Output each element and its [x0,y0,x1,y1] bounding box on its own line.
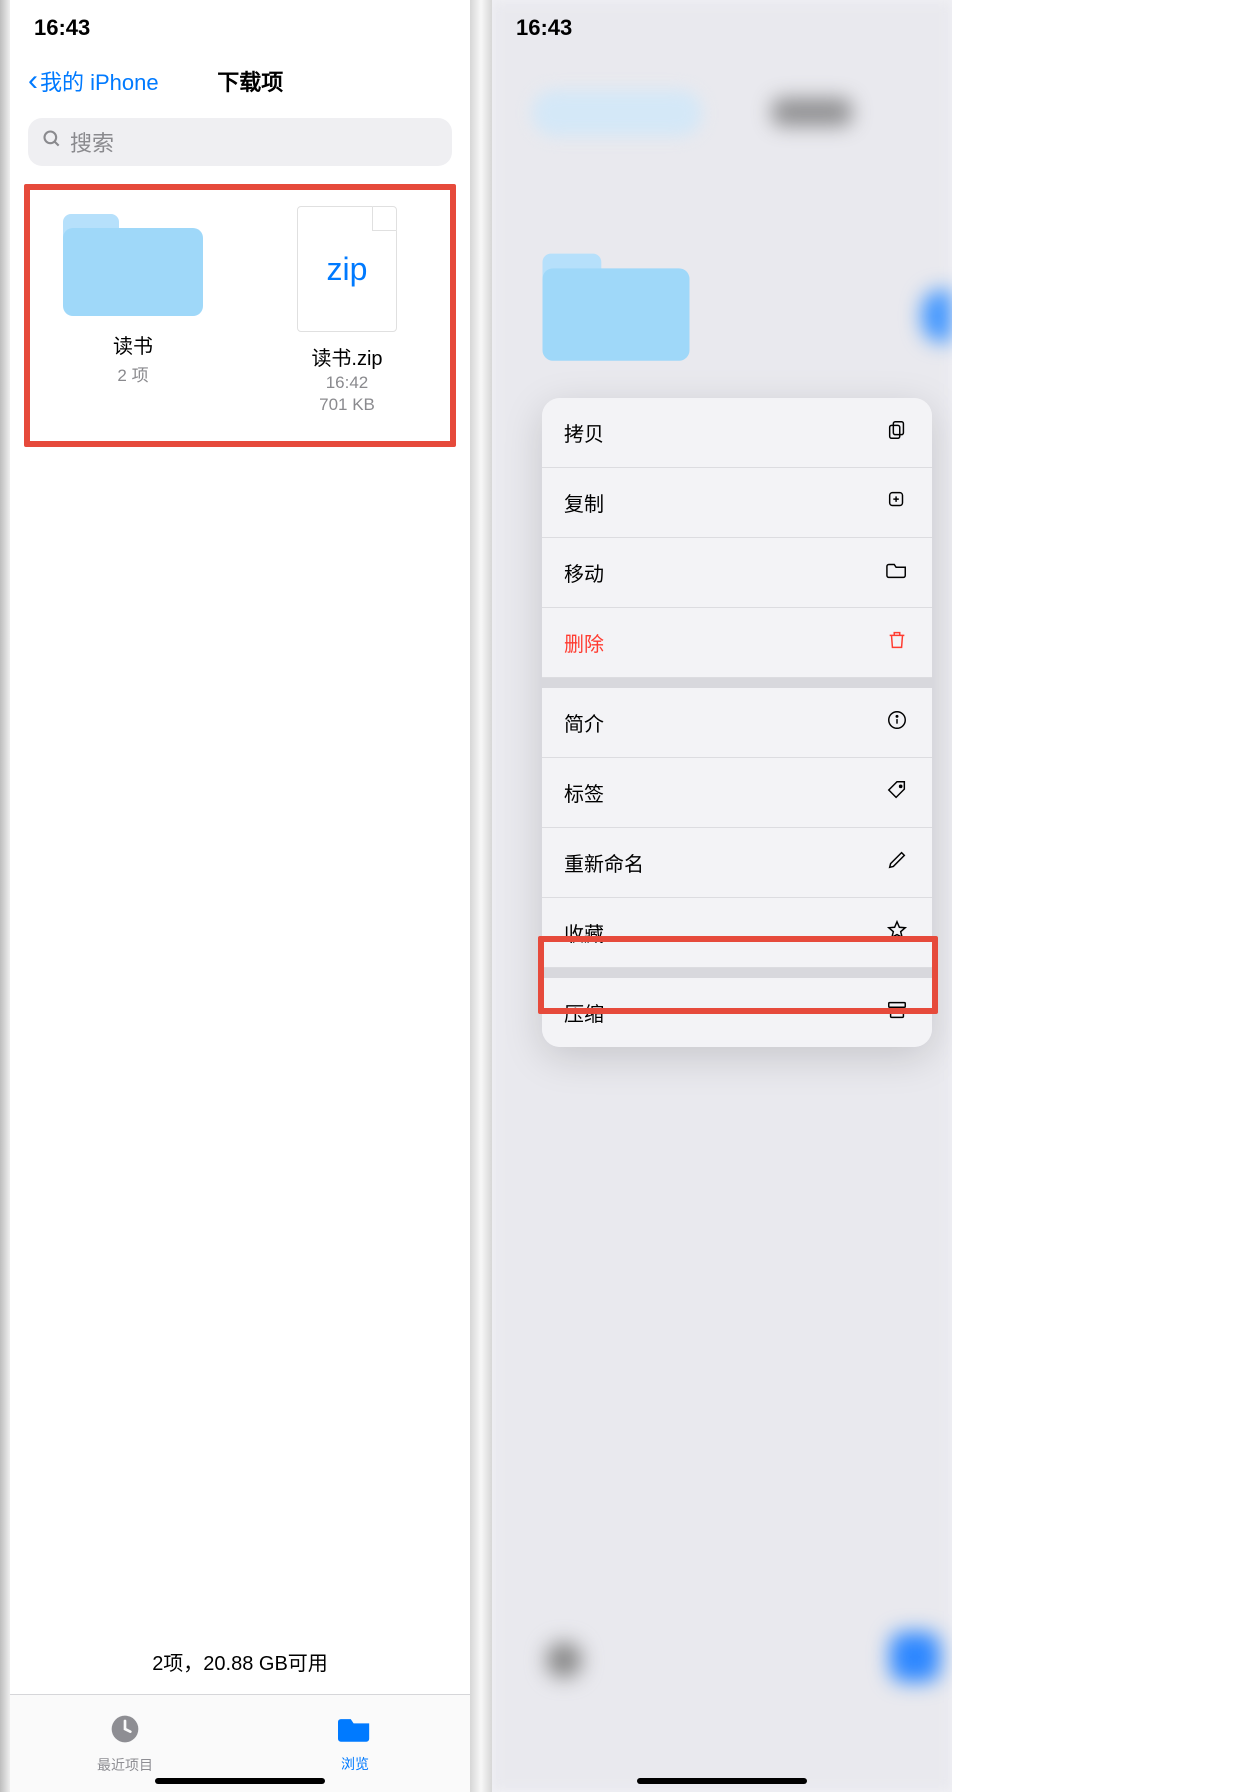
context-menu: 拷贝 复制 移动 删除 简介 标签 重新命名 收藏 [542,398,932,1047]
tab-label: 最近项目 [97,1755,153,1775]
blurred-tab-icon [546,1642,582,1678]
blurred-element [922,290,952,342]
folder-icon [63,206,203,316]
folder-icon [543,245,690,361]
copy-icon [884,419,910,447]
file-item[interactable]: zip 读书.zip 16:42 701 KB [250,206,444,415]
home-indicator [637,1778,807,1784]
tab-label: 浏览 [341,1754,369,1774]
context-menu-panel: 16:43 拷贝 复制 移动 删除 简介 标签 [492,0,952,1792]
selected-folder [546,248,686,368]
menu-compress[interactable]: 压缩 [542,978,932,1047]
highlight-box: 读书 2 项 zip 读书.zip 16:42 701 KB [24,184,456,447]
menu-label: 复制 [564,488,604,517]
footer-status: 2项，20.88 GB可用 [10,1637,470,1694]
star-icon [884,919,910,947]
item-meta: 701 KB [319,395,375,415]
menu-move[interactable]: 移动 [542,538,932,608]
menu-tags[interactable]: 标签 [542,758,932,828]
menu-copy[interactable]: 拷贝 [542,398,932,468]
blurred-back-button [532,90,702,136]
left-edge [0,0,10,1792]
blurred-title [772,98,852,126]
item-meta: 16:42 [326,373,369,393]
menu-label: 移动 [564,558,604,587]
nav-header: ‹ 我的 iPhone 下载项 [10,56,470,106]
menu-favorite[interactable]: 收藏 [542,898,932,968]
search-icon [42,129,62,155]
item-name: 读书 [113,330,153,359]
item-meta: 2 项 [117,361,148,386]
folder-icon [884,559,910,587]
info-icon [884,709,910,737]
gutter [470,0,492,1792]
chevron-left-icon: ‹ [28,64,38,98]
folder-tab-icon [338,1714,372,1750]
pencil-icon [884,849,910,877]
tag-icon [884,779,910,807]
files-browse-panel: 16:43 ‹ 我的 iPhone 下载项 搜索 读书 2 项 zip 读书.z… [10,0,470,1792]
status-bar: 16:43 [10,0,470,56]
item-name: 读书.zip [311,342,382,371]
menu-separator [542,678,932,688]
menu-label: 重新命名 [564,848,644,877]
blurred-tab-icon [890,1632,940,1682]
menu-rename[interactable]: 重新命名 [542,828,932,898]
menu-delete[interactable]: 删除 [542,608,932,678]
menu-label: 删除 [564,628,604,657]
clock-icon [109,1713,141,1751]
menu-label: 标签 [564,778,604,807]
menu-label: 收藏 [564,918,604,947]
status-bar: 16:43 [492,0,952,56]
home-indicator [155,1778,325,1784]
duplicate-icon [884,489,910,517]
menu-info[interactable]: 简介 [542,688,932,758]
page-title: 下载项 [49,65,452,97]
menu-label: 拷贝 [564,418,604,447]
search-placeholder: 搜索 [70,126,114,158]
status-time: 16:43 [516,15,572,41]
zip-file-icon: zip [297,206,397,332]
status-time: 16:43 [34,15,90,41]
trash-icon [884,629,910,657]
search-input[interactable]: 搜索 [28,118,452,166]
menu-label: 压缩 [564,998,604,1027]
zip-label: zip [327,251,368,288]
folder-item[interactable]: 读书 2 项 [36,206,230,415]
menu-separator [542,968,932,978]
archive-icon [884,999,910,1027]
menu-label: 简介 [564,708,604,737]
menu-duplicate[interactable]: 复制 [542,468,932,538]
